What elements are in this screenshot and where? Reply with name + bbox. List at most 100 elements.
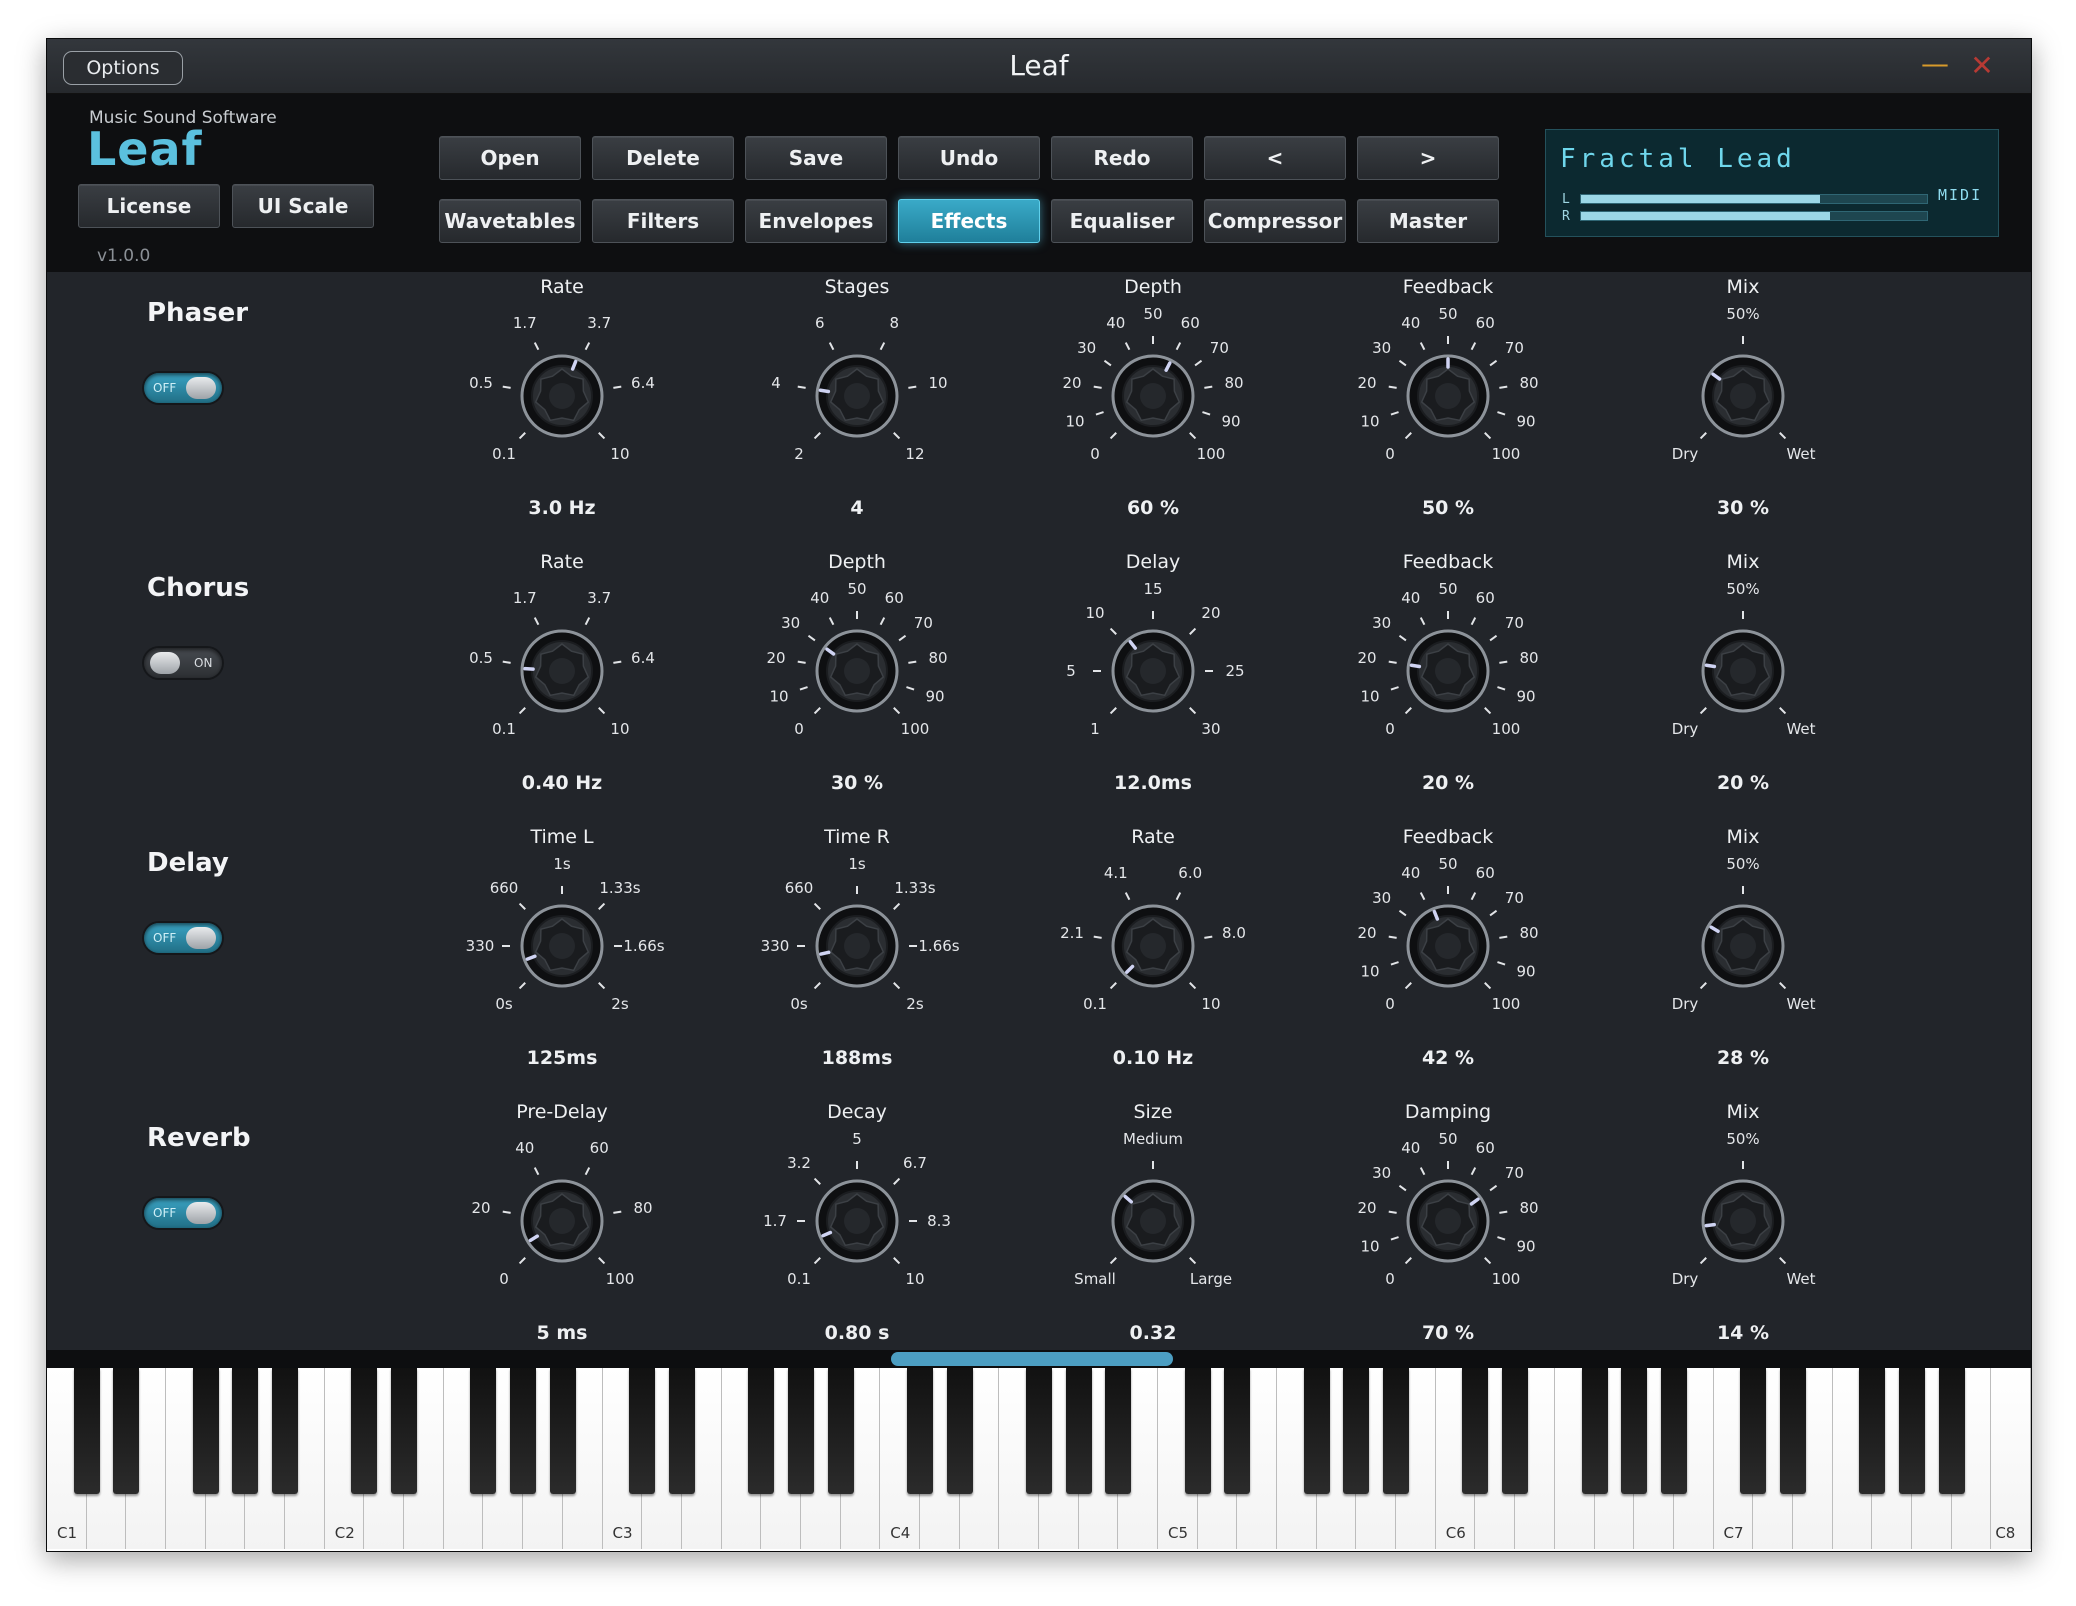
delay-power-toggle[interactable]: OFF bbox=[144, 923, 222, 953]
reverb-damping-knob[interactable]: 0 10 20 30 40 50 60 70 80 90 100 Damping 70 % bbox=[1318, 1101, 1578, 1379]
reverb-size-knob[interactable]: Small Medium Large Size 0.32 bbox=[1023, 1101, 1283, 1379]
black-key[interactable] bbox=[1065, 1368, 1092, 1494]
knob-tick-label: 80 bbox=[1519, 649, 1538, 667]
knob-tick-mark bbox=[1404, 707, 1412, 715]
reverb-power-toggle[interactable]: OFF bbox=[144, 1198, 222, 1228]
close-icon[interactable]: ✕ bbox=[1967, 51, 1997, 81]
black-key[interactable] bbox=[1938, 1368, 1965, 1494]
black-key[interactable] bbox=[1740, 1368, 1767, 1494]
reverb-mix-knob[interactable]: Dry 50% Wet Mix 14 % bbox=[1613, 1101, 1873, 1379]
chorus-depth-knob[interactable]: 0 10 20 30 40 50 60 70 80 90 100 Depth 30 % bbox=[727, 551, 987, 829]
black-key[interactable] bbox=[787, 1368, 814, 1494]
black-key[interactable] bbox=[1303, 1368, 1330, 1494]
undo-button[interactable]: Undo bbox=[898, 136, 1040, 180]
tab-wavetables[interactable]: Wavetables bbox=[439, 199, 581, 243]
black-key[interactable] bbox=[1581, 1368, 1608, 1494]
save-button[interactable]: Save bbox=[745, 136, 887, 180]
black-key[interactable] bbox=[1779, 1368, 1806, 1494]
tab-filters[interactable]: Filters bbox=[592, 199, 734, 243]
knob-value: 60 % bbox=[1126, 497, 1180, 519]
white-key[interactable] bbox=[1991, 1368, 2031, 1549]
black-key[interactable] bbox=[1224, 1368, 1251, 1494]
delay-mix-knob[interactable]: Dry 50% Wet Mix 28 % bbox=[1613, 826, 1873, 1104]
delay-feedback-knob[interactable]: 0 10 20 30 40 50 60 70 80 90 100 Feedback 42 % bbox=[1318, 826, 1578, 1104]
tab-compressor[interactable]: Compressor bbox=[1204, 199, 1346, 243]
black-key[interactable] bbox=[1859, 1368, 1886, 1494]
minimize-icon[interactable]: — bbox=[1921, 50, 1949, 81]
black-key[interactable] bbox=[232, 1368, 259, 1494]
black-key[interactable] bbox=[629, 1368, 656, 1494]
black-key[interactable] bbox=[73, 1368, 100, 1494]
knob-hub bbox=[844, 933, 870, 959]
knob-tick-label: Wet bbox=[1786, 1270, 1815, 1288]
black-key[interactable] bbox=[1343, 1368, 1370, 1494]
delay-time-r-knob[interactable]: 0s 330 660 1s 1.33s 1.66s 2s Time R 188ms bbox=[727, 826, 987, 1104]
black-key[interactable] bbox=[351, 1368, 378, 1494]
previous-preset-button[interactable]: < bbox=[1204, 136, 1346, 180]
phaser-depth-knob[interactable]: 0 10 20 30 40 50 60 70 80 90 100 Depth 60 % bbox=[1023, 276, 1283, 554]
chorus-power-toggle[interactable]: ON bbox=[144, 648, 222, 678]
black-key[interactable] bbox=[470, 1368, 497, 1494]
black-key[interactable] bbox=[1383, 1368, 1410, 1494]
phaser-feedback-knob[interactable]: 0 10 20 30 40 50 60 70 80 90 100 Feedback 50 % bbox=[1318, 276, 1578, 554]
delete-button[interactable]: Delete bbox=[592, 136, 734, 180]
black-key[interactable] bbox=[1026, 1368, 1052, 1494]
black-key[interactable] bbox=[1184, 1368, 1211, 1494]
knob-tick-label: 1s bbox=[848, 855, 866, 873]
black-key[interactable] bbox=[391, 1368, 418, 1494]
black-key[interactable] bbox=[906, 1368, 933, 1494]
black-key[interactable] bbox=[1898, 1368, 1925, 1494]
black-key[interactable] bbox=[1105, 1368, 1132, 1494]
octave-label: C3 bbox=[612, 1524, 633, 1542]
preset-name[interactable]: Fractal Lead bbox=[1560, 144, 1796, 174]
knob-tick-mark bbox=[813, 982, 821, 990]
delay-rate-knob[interactable]: 0.1 2.1 4.1 6.0 8.0 10 Rate 0.10 Hz bbox=[1023, 826, 1283, 1104]
black-key[interactable] bbox=[827, 1368, 854, 1494]
black-key[interactable] bbox=[549, 1368, 576, 1494]
phaser-mix-knob[interactable]: Dry 50% Wet Mix 30 % bbox=[1613, 276, 1873, 554]
black-key[interactable] bbox=[1660, 1368, 1687, 1494]
chorus-rate-knob[interactable]: 0.1 0.5 1.7 3.7 6.4 10 Rate 0.40 Hz bbox=[432, 551, 692, 829]
open-button[interactable]: Open bbox=[439, 136, 581, 180]
knob-tick-mark bbox=[1497, 686, 1506, 691]
tab-envelopes[interactable]: Envelopes bbox=[745, 199, 887, 243]
black-key[interactable] bbox=[946, 1368, 973, 1494]
black-key[interactable] bbox=[192, 1368, 219, 1494]
redo-button[interactable]: Redo bbox=[1051, 136, 1193, 180]
tab-effects[interactable]: Effects bbox=[898, 199, 1040, 243]
octave-label: C2 bbox=[334, 1524, 355, 1542]
license-button[interactable]: License bbox=[78, 184, 220, 228]
chorus-feedback-knob[interactable]: 0 10 20 30 40 50 60 70 80 90 100 Feedback 20 % bbox=[1318, 551, 1578, 829]
tab-equaliser[interactable]: Equaliser bbox=[1051, 199, 1193, 243]
delay-time-l-knob[interactable]: 0s 330 660 1s 1.33s 1.66s 2s Time L 125ms bbox=[432, 826, 692, 1104]
phaser-rate-knob[interactable]: 0.1 0.5 1.7 3.7 6.4 10 Rate 3.0 Hz bbox=[432, 276, 692, 554]
reverb-decay-knob[interactable]: 0.1 1.7 3.2 5 6.7 8.3 10 Decay 0.80 s bbox=[727, 1101, 987, 1379]
knob-value: 70 % bbox=[1421, 1322, 1475, 1344]
black-key[interactable] bbox=[113, 1368, 140, 1494]
knob-tick-label: 20 bbox=[1357, 374, 1376, 392]
black-key[interactable] bbox=[272, 1368, 299, 1494]
keyboard-scrollbar-thumb[interactable] bbox=[891, 1352, 1173, 1366]
knob-tick-label: 50% bbox=[1726, 1130, 1759, 1148]
black-key[interactable] bbox=[1462, 1368, 1489, 1494]
knob-hub bbox=[1435, 933, 1461, 959]
phaser-stages-knob[interactable]: 2 4 6 8 10 12 Stages 4 bbox=[727, 276, 987, 554]
black-key[interactable] bbox=[1621, 1368, 1648, 1494]
black-key[interactable] bbox=[748, 1368, 775, 1494]
tab-master[interactable]: Master bbox=[1357, 199, 1499, 243]
ui-scale-button[interactable]: UI Scale bbox=[232, 184, 374, 228]
chorus-delay-knob[interactable]: 1 5 10 15 20 25 30 Delay 12.0ms bbox=[1023, 551, 1283, 829]
black-key[interactable] bbox=[668, 1368, 695, 1494]
knob-hub bbox=[1140, 658, 1166, 684]
reverb-pre-delay-knob[interactable]: 0 20 40 60 80 100 Pre-Delay 5 ms bbox=[432, 1101, 692, 1379]
next-preset-button[interactable]: > bbox=[1357, 136, 1499, 180]
phaser-power-toggle[interactable]: OFF bbox=[144, 373, 222, 403]
knob-tick-label: 0 bbox=[499, 1270, 509, 1288]
knob-tick-label: 20 bbox=[1062, 374, 1081, 392]
knob-tick-label: 0s bbox=[790, 995, 808, 1013]
keyboard-scrollbar[interactable] bbox=[47, 1350, 2031, 1368]
knob-tick-label: 0 bbox=[1090, 445, 1100, 463]
black-key[interactable] bbox=[510, 1368, 537, 1494]
black-key[interactable] bbox=[1502, 1368, 1529, 1494]
chorus-mix-knob[interactable]: Dry 50% Wet Mix 20 % bbox=[1613, 551, 1873, 829]
